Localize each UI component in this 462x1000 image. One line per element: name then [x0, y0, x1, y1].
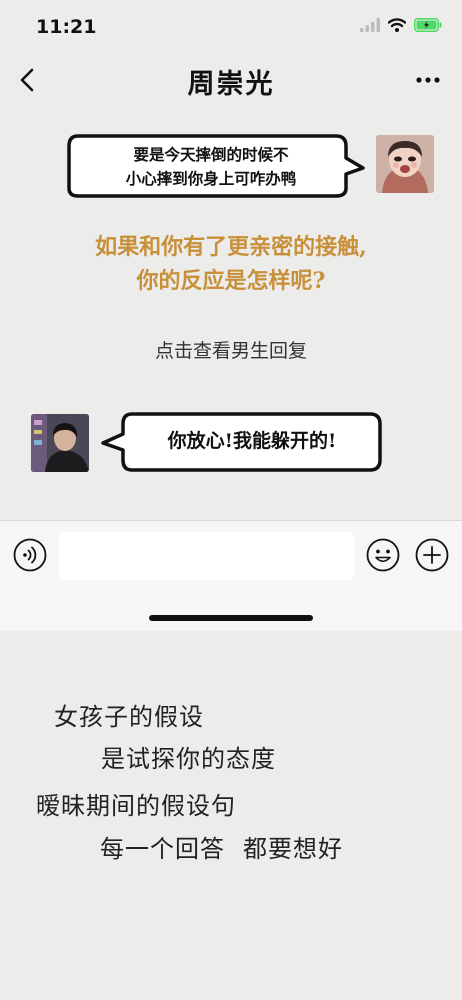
status-icons	[360, 18, 442, 32]
boy-message-text: 你放心!我能躲开的!	[167, 430, 337, 452]
status-bar: 11:21	[0, 0, 462, 52]
wifi-icon	[388, 18, 406, 32]
boy-avatar-image	[31, 414, 89, 472]
more-dots-icon[interactable]	[414, 66, 442, 90]
question-line1: 如果和你有了更亲密的接触,	[95, 234, 367, 260]
plus-icon[interactable]	[415, 538, 449, 572]
caption-line2: 是试探你的态度	[101, 745, 276, 773]
question-line2: 你的反应是怎样呢?	[136, 268, 326, 294]
girl-avatar-image	[376, 135, 434, 193]
view-reply-link[interactable]: 点击查看男生回复	[0, 336, 462, 363]
caption-line4: 每一个回答 都要想好	[100, 829, 343, 864]
emoji-icon[interactable]	[366, 538, 400, 572]
home-indicator	[149, 615, 313, 621]
question-heading: 如果和你有了更亲密的接触, 你的反应是怎样呢?	[40, 230, 422, 298]
input-bar	[0, 520, 462, 631]
voice-icon[interactable]	[13, 538, 47, 572]
girl-message-text: 要是今天摔倒的时候不 小心摔到你身上可咋办鸭	[80, 143, 342, 191]
boy-message-bubble: 你放心!我能躲开的!	[100, 410, 384, 474]
boy-avatar[interactable]	[31, 414, 89, 472]
battery-charging-icon	[414, 18, 442, 32]
caption-line3: 暧昧期间的假设句	[36, 792, 236, 820]
message-input[interactable]	[59, 532, 354, 580]
caption-line1: 女孩子的假设	[54, 703, 204, 731]
status-time: 11:21	[36, 16, 97, 38]
girl-message-line2: 小心摔到你身上可咋办鸭	[125, 169, 297, 188]
caption-line4-part1: 每一个回答	[100, 835, 225, 863]
signal-icon	[360, 18, 380, 32]
nav-bar: 周崇光	[0, 52, 462, 112]
chat-title: 周崇光	[187, 69, 275, 100]
caption-line4-part2: 都要想好	[243, 835, 343, 863]
girl-avatar[interactable]	[376, 135, 434, 193]
girl-message-line1: 要是今天摔倒的时候不	[133, 145, 289, 164]
girl-message-bubble: 要是今天摔倒的时候不 小心摔到你身上可咋办鸭	[66, 132, 366, 200]
